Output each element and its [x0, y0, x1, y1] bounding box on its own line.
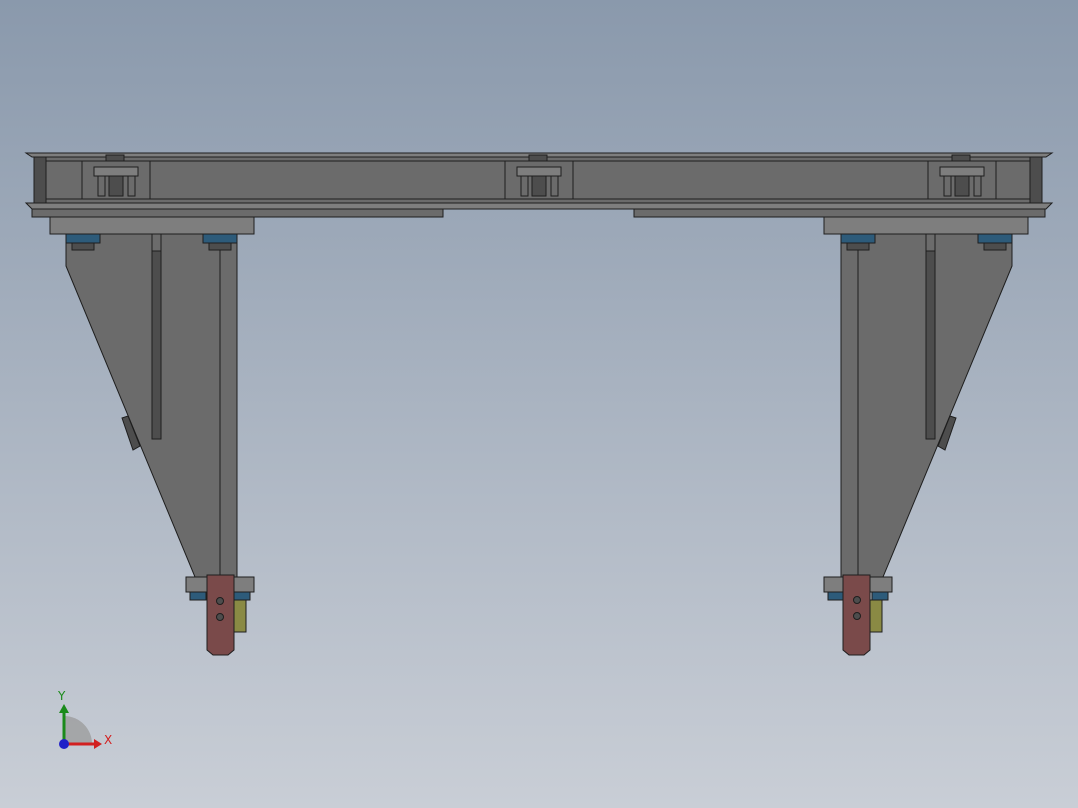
- beam-bottom-flange: [24, 202, 1054, 210]
- left-stiffener: [151, 250, 162, 440]
- right-nut-outer-hex: [983, 242, 1007, 251]
- triad-z-axis-dot: [59, 739, 69, 749]
- clamp-leg-right: [550, 175, 559, 197]
- cad-viewport[interactable]: Y X: [0, 0, 1078, 808]
- left-mount-plate: [49, 216, 255, 235]
- right-bracket-hole-2: [853, 612, 861, 620]
- right-foot-nut-a: [871, 591, 889, 601]
- clamp-leg-left: [943, 175, 952, 197]
- beam-clamp-right[interactable]: [927, 154, 997, 200]
- clamp-bolt: [108, 175, 124, 197]
- clamp-bolt: [954, 175, 970, 197]
- right-stiffener-top: [925, 233, 936, 252]
- left-nut-inner: [202, 233, 238, 244]
- beam-lower-rail-left: [31, 208, 444, 218]
- clamp-leg-right: [973, 175, 982, 197]
- clamp-nut: [951, 154, 971, 162]
- clamp-leg-left: [97, 175, 106, 197]
- beam-end-left: [33, 156, 47, 204]
- left-bracket-hole-2: [216, 613, 224, 621]
- triad-x-label: X: [104, 733, 112, 747]
- left-stiffener-top: [151, 233, 162, 252]
- right-nut-inner: [840, 233, 876, 244]
- clamp-leg-left: [520, 175, 529, 197]
- beam-end-right: [1029, 156, 1043, 204]
- right-mount-plate: [823, 216, 1029, 235]
- left-nut-outer: [65, 233, 101, 244]
- clamp-bolt: [531, 175, 547, 197]
- left-foot-nut-a: [189, 591, 207, 601]
- right-nut-inner-hex: [846, 242, 870, 251]
- clamp-cap: [93, 166, 139, 177]
- clamp-nut: [105, 154, 125, 162]
- clamp-nut: [528, 154, 548, 162]
- clamp-cap: [939, 166, 985, 177]
- left-nut-inner-hex: [208, 242, 232, 251]
- left-bracket-hole-1: [216, 597, 224, 605]
- right-nut-outer: [977, 233, 1013, 244]
- left-foot-nut-b: [233, 591, 251, 601]
- left-olive-pad: [233, 599, 247, 633]
- right-olive-pad: [869, 599, 883, 633]
- beam-clamp-center[interactable]: [504, 154, 574, 200]
- beam-lower-rail-right: [633, 208, 1046, 218]
- right-foot-nut-b: [827, 591, 845, 601]
- clamp-cap: [516, 166, 562, 177]
- beam-clamp-left[interactable]: [81, 154, 151, 200]
- right-stiffener: [925, 250, 936, 440]
- right-bracket-hole-1: [853, 596, 861, 604]
- left-nut-outer-hex: [71, 242, 95, 251]
- clamp-leg-right: [127, 175, 136, 197]
- triad-y-label: Y: [57, 689, 66, 703]
